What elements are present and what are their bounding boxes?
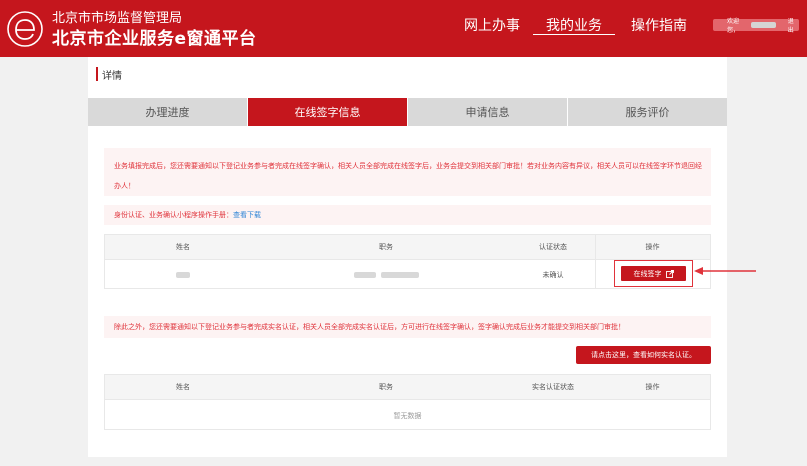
header-name: 姓名	[176, 383, 190, 391]
header-position: 职务	[379, 243, 393, 251]
nav-online-service[interactable]: 网上办事	[464, 15, 520, 35]
top-header: 北京市市场监督管理局 北京市企业服务e窗通平台 网上办事 我的业务 操作指南 欢…	[0, 0, 807, 57]
manual-download-link[interactable]: 查看下载	[233, 211, 261, 219]
nav-operation-guide[interactable]: 操作指南	[631, 15, 687, 35]
pointer-arrow-icon	[694, 267, 756, 275]
person-position-masked	[261, 260, 511, 289]
realname-notice: 除此之外，您还需要通知以下登记业务参与者完成实名认证，相关人员全部完成实名认证后…	[104, 316, 711, 338]
user-name-masked	[751, 22, 776, 28]
signature-notice: 业务填报完成后，您还需要通知以下登记业务参与者完成在线签字确认，相关人员全部完成…	[104, 148, 711, 196]
realname-help-button[interactable]: 请点击这里，查看如何实名认证。	[576, 346, 711, 364]
online-sign-label: 在线签字	[633, 269, 662, 278]
manual-notice-text: 身份认证、业务确认小程序操作手册：	[114, 211, 233, 219]
header-action: 操作	[645, 383, 660, 391]
online-sign-button[interactable]: 在线签字	[621, 266, 686, 281]
e-logo-icon[interactable]	[6, 10, 44, 48]
user-greeting: 欢迎您，	[727, 18, 740, 34]
table-header: 姓名 职务 实名认证状态 操作	[105, 375, 710, 400]
tab-online-signature[interactable]: 在线签字信息	[248, 98, 407, 126]
external-edit-icon	[665, 269, 674, 278]
tab-application-info[interactable]: 申请信息	[408, 98, 567, 126]
tab-progress[interactable]: 办理进度	[88, 98, 247, 126]
page-title: 详情	[102, 71, 122, 82]
header-realname-status: 实名认证状态	[532, 383, 574, 391]
table-header: 姓名 职务 认证状态 操作	[105, 235, 710, 260]
platform-name: 北京市企业服务e窗通平台	[52, 29, 257, 49]
empty-state-text: 暂无数据	[393, 411, 422, 420]
title-accent-bar	[96, 67, 98, 81]
nav-my-business[interactable]: 我的业务	[546, 15, 602, 35]
header-auth-status: 认证状态	[539, 243, 567, 251]
auth-status: 未确认	[542, 270, 564, 279]
tab-service-evaluation[interactable]: 服务评价	[568, 98, 727, 126]
logout-link[interactable]: 退出	[788, 16, 799, 34]
realname-table: 姓名 职务 实名认证状态 操作 暂无数据	[104, 374, 711, 430]
manual-notice: 身份认证、业务确认小程序操作手册：查看下载	[104, 205, 711, 225]
header-action: 操作	[645, 243, 660, 251]
header-name: 姓名	[176, 243, 190, 251]
nav-active-underline	[533, 34, 615, 35]
user-area: 欢迎您， 退出	[713, 16, 799, 34]
header-position: 职务	[379, 383, 393, 391]
person-name-masked	[105, 260, 261, 289]
